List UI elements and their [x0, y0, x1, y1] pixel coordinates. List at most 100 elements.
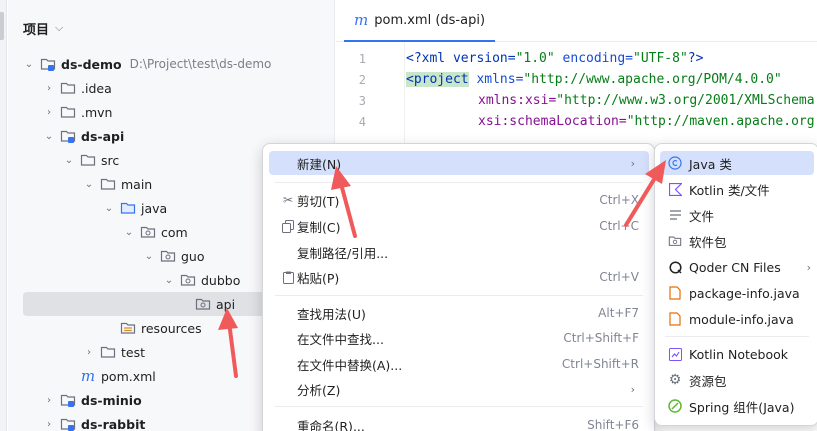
chevron-right-icon[interactable]: ›: [43, 395, 55, 406]
editor-tab-bar: m pom.xml (ds-api): [336, 0, 817, 42]
submenu-item-label: Qoder CN Files: [689, 259, 781, 275]
line-number: 2: [358, 73, 366, 87]
tree-item-label: pom.xml: [101, 368, 156, 384]
submenu-item-package[interactable]: 软件包: [660, 229, 814, 253]
package-icon: [140, 224, 156, 240]
code-line-2[interactable]: <project xmlns="http://www.apache.org/PO…: [406, 72, 782, 87]
resources-folder-icon: [120, 320, 136, 336]
new-submenu: Java 类 Kotlin 类/文件 文件 软件包 Qoder CN Files…: [654, 143, 817, 426]
submenu-item-label: 资源包: [689, 373, 727, 389]
menu-shortcut: Ctrl+V: [599, 270, 639, 284]
scissors-icon: ✂: [282, 193, 294, 207]
tree-item-label: main: [121, 176, 153, 192]
chevron-down-icon[interactable]: ⌄: [63, 155, 75, 166]
module-folder-icon: [60, 416, 76, 431]
menu-item-analyze[interactable]: 分析(Z) ›: [269, 377, 649, 401]
submenu-separator: [665, 336, 809, 337]
chevron-down-icon[interactable]: ⌄: [163, 275, 175, 286]
panel-header[interactable]: 项目 ⌵: [23, 19, 63, 38]
maven-file-icon: m: [80, 367, 96, 385]
submenu-item-spring-component[interactable]: Spring 组件(Java): [660, 394, 814, 418]
chevron-down-icon[interactable]: ⌵: [55, 21, 63, 35]
module-folder-icon: [40, 56, 56, 72]
chevron-down-icon[interactable]: ⌄: [103, 203, 115, 214]
editor-tab-label: pom.xml (ds-api): [374, 12, 486, 28]
java-class-icon: [667, 155, 683, 171]
chevron-right-icon[interactable]: ›: [83, 347, 95, 358]
submenu-item-label: module-info.java: [689, 311, 794, 327]
package-icon: [160, 248, 176, 264]
menu-item-label: 在文件中查找...: [297, 331, 384, 347]
code-line-1[interactable]: <?xml version="1.0" encoding="UTF-8"?>: [406, 51, 703, 66]
menu-item-copy-path[interactable]: 复制路径/引用...: [269, 240, 649, 264]
chevron-down-icon[interactable]: ⌄: [83, 179, 95, 190]
tree-item-label: test: [121, 344, 146, 360]
copy-icon: [281, 219, 295, 233]
chevron-right-icon[interactable]: ›: [43, 419, 55, 430]
menu-item-copy[interactable]: 复制(C) Ctrl+C: [269, 214, 649, 238]
menu-item-label: 复制(C): [297, 219, 341, 235]
tree-item-label: ds-minio: [81, 392, 142, 408]
folder-icon: [60, 80, 76, 96]
chevron-right-icon: ›: [630, 382, 635, 396]
gear-icon: ⚙: [668, 372, 682, 388]
tree-item-label: .mvn: [81, 104, 113, 120]
chevron-right-icon: ›: [806, 260, 811, 274]
submenu-item-resource-bundle[interactable]: ⚙ 资源包: [660, 368, 814, 392]
menu-shortcut: Ctrl+Shift+F: [563, 331, 639, 345]
chevron-down-icon[interactable]: ⌄: [43, 131, 55, 142]
menu-item-replace-in-files[interactable]: 在文件中替换(A)... Ctrl+Shift+R: [269, 352, 649, 376]
menu-shortcut: Alt+F7: [598, 306, 639, 320]
tree-item-label: java: [141, 200, 168, 216]
line-number: 3: [358, 94, 366, 108]
package-icon: [180, 272, 196, 288]
menu-item-paste[interactable]: 粘贴(P) Ctrl+V: [269, 265, 649, 289]
menu-item-find-in-files[interactable]: 在文件中查找... Ctrl+Shift+F: [269, 326, 649, 350]
tool-window-strip: [0, 0, 7, 431]
submenu-item-kotlin-notebook[interactable]: Kotlin Notebook: [660, 342, 814, 366]
menu-item-new[interactable]: 新建(N) ›: [269, 151, 649, 175]
project-path: D:\Project\test\ds-demo: [129, 57, 272, 71]
menu-item-cut[interactable]: ✂ 剪切(T) Ctrl+X: [269, 188, 649, 212]
tree-item-idea[interactable]: › .idea: [8, 76, 335, 100]
text-file-icon: [667, 207, 683, 223]
spring-icon: [667, 398, 683, 414]
menu-separator: [275, 182, 643, 183]
editor-tab-pom[interactable]: m pom.xml (ds-api): [344, 0, 496, 42]
tree-item-ds-demo[interactable]: ⌄ ds-demo D:\Project\test\ds-demo: [8, 52, 335, 76]
submenu-item-label: Kotlin 类/文件: [689, 182, 770, 198]
line-number: 4: [358, 115, 366, 129]
menu-item-label: 剪切(T): [297, 193, 340, 209]
submenu-item-kotlin[interactable]: Kotlin 类/文件: [660, 177, 814, 201]
code-line-3[interactable]: xmlns:xsi="http://www.w3.org/2001/XMLSch…: [478, 93, 815, 108]
submenu-item-file[interactable]: 文件: [660, 203, 814, 227]
submenu-item-label: Java 类: [689, 156, 732, 172]
tree-item-label: guo: [181, 248, 205, 264]
chevron-down-icon[interactable]: ⌄: [123, 227, 135, 238]
chevron-down-icon[interactable]: ⌄: [23, 59, 35, 70]
chevron-right-icon[interactable]: ›: [43, 83, 55, 94]
submenu-item-module-info[interactable]: module-info.java: [660, 307, 814, 331]
submenu-item-package-info[interactable]: package-info.java: [660, 281, 814, 305]
java-file-icon: [667, 311, 683, 327]
tree-item-label: .idea: [81, 80, 112, 96]
package-icon: [195, 296, 211, 312]
folder-icon: [100, 344, 116, 360]
chevron-down-icon[interactable]: ⌄: [143, 251, 155, 262]
context-menu: 新建(N) › ✂ 剪切(T) Ctrl+X 复制(C) Ctrl+C 复制路径…: [262, 143, 655, 431]
qoder-icon: [667, 259, 683, 275]
module-folder-icon: [60, 128, 76, 144]
submenu-item-qoder-files[interactable]: Qoder CN Files ›: [660, 255, 814, 279]
menu-item-rename[interactable]: 重命名(R)... Shift+F6: [269, 413, 649, 431]
menu-separator: [275, 295, 643, 296]
submenu-item-java-class[interactable]: Java 类: [660, 151, 814, 175]
chevron-right-icon: ›: [630, 156, 635, 170]
tree-item-mvn[interactable]: › .mvn: [8, 100, 335, 124]
menu-shortcut: Ctrl+X: [599, 193, 639, 207]
code-line-4[interactable]: xsi:schemaLocation="http://maven.apache.…: [478, 114, 815, 129]
package-icon: [667, 233, 683, 249]
submenu-item-label: Kotlin Notebook: [689, 346, 789, 362]
chevron-right-icon[interactable]: ›: [43, 107, 55, 118]
tree-item-label: ds-rabbit: [81, 416, 146, 431]
menu-item-find-usages[interactable]: 查找用法(U) Alt+F7: [269, 301, 649, 325]
